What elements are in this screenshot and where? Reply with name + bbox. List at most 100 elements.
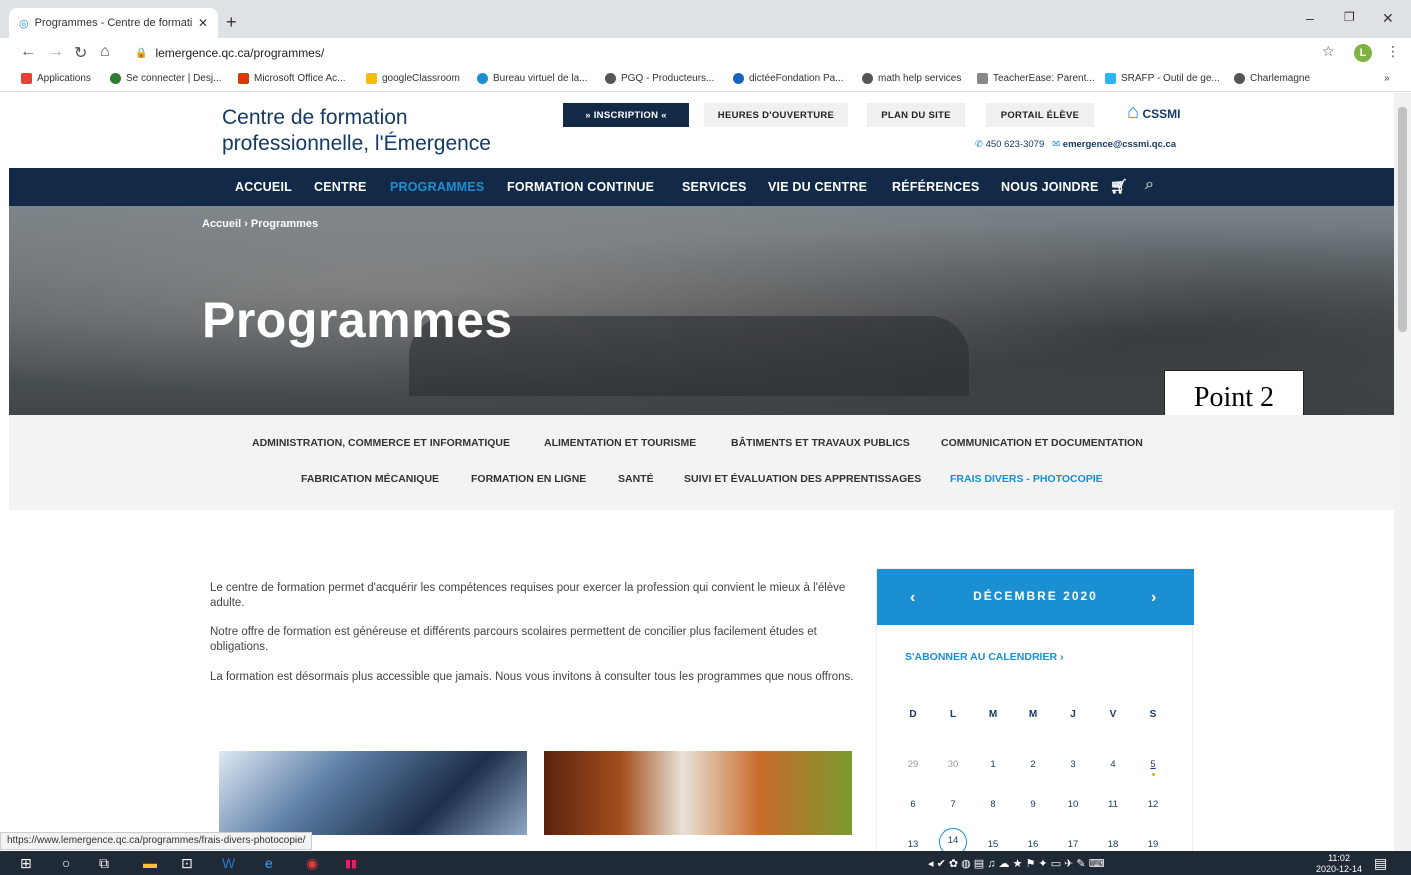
phone-number[interactable]: 450 623-3079: [986, 139, 1045, 150]
bookmark-item[interactable]: Bureau virtuel de la...: [477, 73, 588, 84]
calendar-day[interactable]: 15: [983, 839, 1003, 850]
nav-formation-continue[interactable]: FORMATION CONTINUE: [507, 180, 654, 194]
bookmark-item[interactable]: Se connecter | Desj...: [110, 73, 221, 84]
category-link[interactable]: ADMINISTRATION, COMMERCE ET INFORMATIQUE: [252, 437, 510, 449]
calendar-day-event[interactable]: 5: [1143, 759, 1163, 770]
close-tab-icon[interactable]: ✕: [198, 16, 208, 30]
nav-centre[interactable]: CENTRE: [314, 180, 367, 194]
calendar-day[interactable]: 18: [1103, 839, 1123, 850]
nav-references[interactable]: RÉFÉRENCES: [892, 180, 979, 194]
calendar-day-today[interactable]: 14: [939, 828, 967, 851]
tab-title: Programmes - Centre de formati: [34, 17, 193, 29]
calendar-day[interactable]: 16: [1023, 839, 1043, 850]
reload-icon[interactable]: ↻: [74, 43, 87, 63]
scrollbar[interactable]: [1394, 93, 1411, 851]
bookmark-item[interactable]: Applications: [21, 73, 91, 84]
category-link[interactable]: FORMATION EN LIGNE: [471, 473, 586, 485]
globe-icon: [605, 73, 616, 84]
forward-icon[interactable]: →: [48, 43, 64, 61]
profile-avatar[interactable]: L: [1354, 44, 1372, 62]
category-link[interactable]: BÂTIMENTS ET TRAVAUX PUBLICS: [731, 437, 910, 449]
next-month-icon[interactable]: ›: [1151, 589, 1156, 607]
calendar-day[interactable]: 2: [1023, 759, 1043, 770]
task-view-icon[interactable]: ⧉: [99, 855, 109, 872]
nav-nous-joindre[interactable]: NOUS JOINDRE: [1001, 180, 1099, 194]
file-explorer-icon[interactable]: ▬: [143, 855, 157, 871]
bookmark-item[interactable]: SRAFP - Outil de ge...: [1105, 73, 1220, 84]
nav-accueil[interactable]: ACCUEIL: [235, 180, 292, 194]
nav-vie-du-centre[interactable]: VIE DU CENTRE: [768, 180, 867, 194]
bookmark-item[interactable]: Microsoft Office Ac...: [238, 73, 346, 84]
notifications-icon[interactable]: ▤: [1374, 855, 1387, 872]
breadcrumb[interactable]: Accueil › Programmes: [202, 218, 318, 230]
calendar-day[interactable]: 10: [1063, 799, 1083, 810]
bookmark-item[interactable]: PGQ - Producteurs...: [605, 73, 714, 84]
scrollbar-thumb[interactable]: [1398, 107, 1407, 332]
bookmark-item[interactable]: TeacherEase: Parent...: [977, 73, 1095, 84]
sitemap-button[interactable]: PLAN DU SITE: [867, 103, 965, 127]
calendar-day[interactable]: 8: [983, 799, 1003, 810]
weekday-label: S: [1149, 709, 1157, 720]
calendar-day[interactable]: 12: [1143, 799, 1163, 810]
category-link[interactable]: ALIMENTATION ET TOURISME: [544, 437, 696, 449]
site-brand[interactable]: Centre de formation professionnelle, l'É…: [222, 105, 491, 157]
app-icon[interactable]: ▮▮: [345, 857, 357, 870]
subscribe-calendar-link[interactable]: S'ABONNER AU CALENDRIER ›: [905, 651, 1063, 663]
star-icon[interactable]: ☆: [1322, 43, 1335, 60]
calendar-day[interactable]: 17: [1063, 839, 1083, 850]
search-icon[interactable]: ⌕: [1145, 176, 1154, 194]
bookmark-item[interactable]: googleClassroom: [366, 73, 460, 84]
calendar-day[interactable]: 30: [943, 759, 963, 770]
hours-button[interactable]: HEURES D'OUVERTURE: [704, 103, 848, 127]
cart-icon[interactable]: 🛒︎: [1110, 178, 1128, 195]
inscription-button[interactable]: » INSCRIPTION «: [563, 103, 689, 127]
home-icon[interactable]: ⌂: [100, 43, 110, 61]
globe-icon: [1234, 73, 1245, 84]
close-window-icon[interactable]: ✕: [1382, 10, 1394, 27]
windows-start-icon[interactable]: ⊞: [20, 855, 32, 872]
system-tray-icons[interactable]: ◂ ✔ ✿ ◍ ▤ ♫ ☁ ★ ⚑ ✦ ▭ ✈ ✎ ⌨: [928, 857, 1105, 870]
bookmark-item[interactable]: dictéeFondation Pa...: [733, 73, 844, 84]
restore-icon[interactable]: ❐: [1344, 10, 1355, 24]
taskbar-clock[interactable]: 11:02 2020-12-14: [1316, 853, 1362, 875]
more-bookmarks-icon[interactable]: »: [1384, 73, 1390, 84]
category-link[interactable]: SANTÉ: [618, 473, 654, 485]
calendar-day[interactable]: 7: [943, 799, 963, 810]
search-icon[interactable]: ○: [62, 855, 70, 871]
student-portal-button[interactable]: PORTAIL ÉLÈVE: [986, 103, 1094, 127]
word-icon[interactable]: W: [222, 855, 235, 871]
category-link[interactable]: FABRICATION MÉCANIQUE: [301, 473, 439, 485]
bookmark-item[interactable]: Charlemagne: [1234, 73, 1310, 84]
event-dot: [1152, 773, 1155, 776]
calendar-day[interactable]: 13: [903, 839, 923, 850]
menu-icon[interactable]: ⋮: [1386, 43, 1400, 60]
category-link-active[interactable]: FRAIS DIVERS - PHOTOCOPIE: [950, 473, 1103, 485]
back-icon[interactable]: ←: [20, 43, 36, 61]
calendar-day[interactable]: 11: [1103, 799, 1123, 810]
calendar-day[interactable]: 6: [903, 799, 923, 810]
bookmark-item[interactable]: math help services: [862, 73, 961, 84]
calendar-day[interactable]: 9: [1023, 799, 1043, 810]
nav-programmes[interactable]: PROGRAMMES: [390, 180, 484, 194]
address-bar[interactable]: 🔒 lemergence.qc.ca/programmes/: [123, 42, 1345, 64]
program-image-keyboards[interactable]: [219, 751, 527, 835]
store-icon[interactable]: ⊡: [181, 855, 193, 872]
category-link[interactable]: COMMUNICATION ET DOCUMENTATION: [941, 437, 1143, 449]
minimize-icon[interactable]: –: [1306, 10, 1314, 26]
chrome-icon[interactable]: ◉: [306, 855, 318, 872]
calendar-day[interactable]: 1: [983, 759, 1003, 770]
cssmi-logo[interactable]: ⌂ CSSMI: [1127, 101, 1193, 131]
toolbar: ← → ↻ ⌂ 🔒 lemergence.qc.ca/programmes/ ☆…: [0, 38, 1411, 68]
edge-icon[interactable]: e: [265, 855, 273, 871]
category-link[interactable]: SUIVI ET ÉVALUATION DES APPRENTISSAGES: [684, 473, 921, 485]
calendar-day[interactable]: 29: [903, 759, 923, 770]
calendar-day[interactable]: 19: [1143, 839, 1163, 850]
email-link[interactable]: emergence@cssmi.qc.ca: [1063, 139, 1176, 150]
program-image-plates[interactable]: [544, 751, 852, 835]
new-tab-icon[interactable]: +: [226, 12, 237, 33]
browser-tab[interactable]: ◎ Programmes - Centre de formati ✕: [9, 8, 218, 38]
nav-services[interactable]: SERVICES: [682, 180, 747, 194]
calendar-day[interactable]: 4: [1103, 759, 1123, 770]
calendar-day[interactable]: 3: [1063, 759, 1083, 770]
weekday-label: J: [1070, 709, 1076, 720]
